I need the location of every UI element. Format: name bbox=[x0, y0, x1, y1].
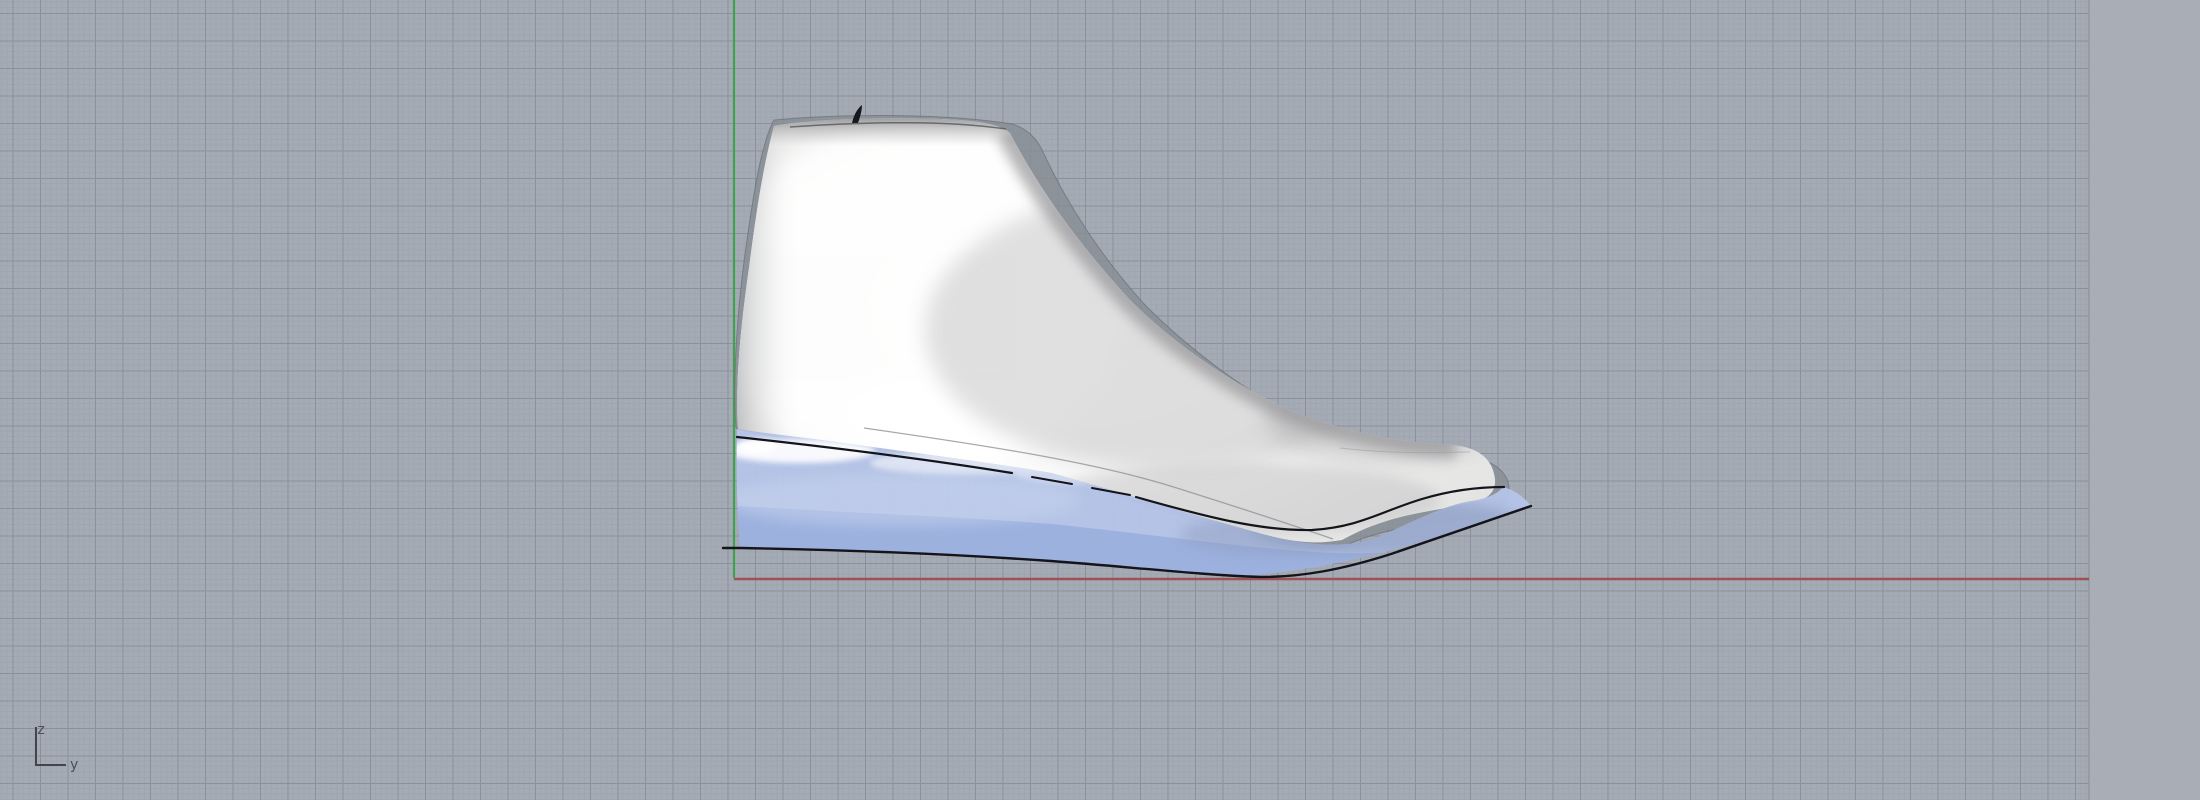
axis-gizmo-y-label: y bbox=[70, 757, 78, 773]
cad-viewport[interactable]: z y bbox=[0, 0, 2200, 800]
axis-gizmo-z-label: z bbox=[37, 722, 44, 738]
